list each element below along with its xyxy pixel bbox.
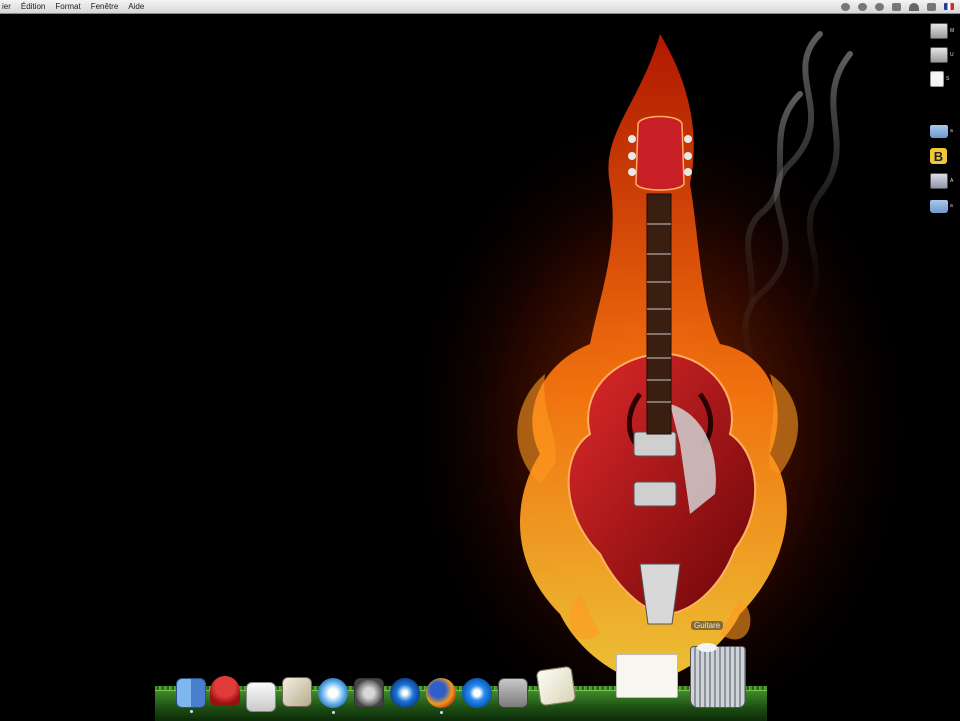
- volume-icon[interactable]: [927, 2, 936, 11]
- desktop-icon-app-a[interactable]: A: [930, 170, 960, 192]
- desktop-icon-folder-1[interactable]: a: [930, 120, 960, 142]
- trash-paper: [697, 643, 717, 652]
- french-flag-icon[interactable]: [944, 3, 954, 10]
- menu-format[interactable]: Format: [55, 2, 80, 11]
- desktop-icon-label: a: [950, 203, 953, 209]
- menu-bar: ier Édition Format Fenêtre Aide: [0, 0, 960, 14]
- app-b-icon: B: [930, 148, 947, 164]
- desktop-icon-label: a: [950, 128, 953, 134]
- menu-left: ier Édition Format Fenêtre Aide: [0, 2, 154, 11]
- desktop-icon-disk-2[interactable]: U: [930, 44, 960, 66]
- desktop-icon-label: A: [950, 178, 954, 184]
- preview-icon[interactable]: [535, 665, 577, 707]
- system-preferences-icon[interactable]: [354, 678, 384, 708]
- finder-icon[interactable]: [176, 678, 206, 713]
- application-icon: [930, 173, 948, 189]
- menu-file[interactable]: ier: [2, 2, 11, 11]
- menu-window[interactable]: Fenêtre: [91, 2, 119, 11]
- printer-icon[interactable]: [246, 682, 276, 712]
- hard-disk-icon: [930, 23, 948, 39]
- trash-icon[interactable]: [690, 643, 746, 708]
- desktop-icon-label: S: [946, 76, 950, 82]
- folder-icon: [930, 199, 948, 213]
- hard-disk-icon: [930, 47, 948, 63]
- desktop-icon-label: M: [950, 28, 955, 34]
- wifi-icon[interactable]: [909, 2, 919, 11]
- bluetooth-icon[interactable]: [892, 2, 901, 11]
- mail-stamp-icon[interactable]: [210, 676, 240, 706]
- quicktime-icon[interactable]: [462, 678, 492, 708]
- desktop-icon-app-b[interactable]: B: [930, 145, 960, 167]
- running-indicator: [439, 711, 443, 714]
- time-machine-icon[interactable]: [841, 2, 850, 11]
- wallpaper-label: Guitare: [691, 621, 724, 630]
- sync-icon[interactable]: [858, 2, 867, 11]
- running-indicator: [189, 710, 193, 713]
- desktop-icon-document[interactable]: S: [930, 68, 960, 90]
- photo-browser-icon[interactable]: [282, 677, 312, 707]
- itunes-icon[interactable]: [318, 678, 348, 714]
- folder-icon: [930, 124, 948, 138]
- document-icon: [930, 71, 944, 87]
- power-icon[interactable]: [875, 2, 884, 11]
- menu-extras: [841, 0, 954, 13]
- desktop-wallpaper: [0, 14, 960, 720]
- iphoto-icon[interactable]: [498, 678, 528, 708]
- desktop-icon-folder-2[interactable]: a: [930, 195, 960, 217]
- dvd-player-icon[interactable]: [390, 678, 420, 708]
- documents-stack-icon[interactable]: [616, 654, 678, 698]
- running-indicator: [331, 711, 335, 714]
- desktop-icon-label: U: [950, 52, 954, 58]
- menu-edit[interactable]: Édition: [21, 2, 45, 11]
- menu-help[interactable]: Aide: [128, 2, 144, 11]
- firefox-icon[interactable]: [426, 678, 456, 714]
- desktop-icon-disk-1[interactable]: M: [930, 20, 960, 42]
